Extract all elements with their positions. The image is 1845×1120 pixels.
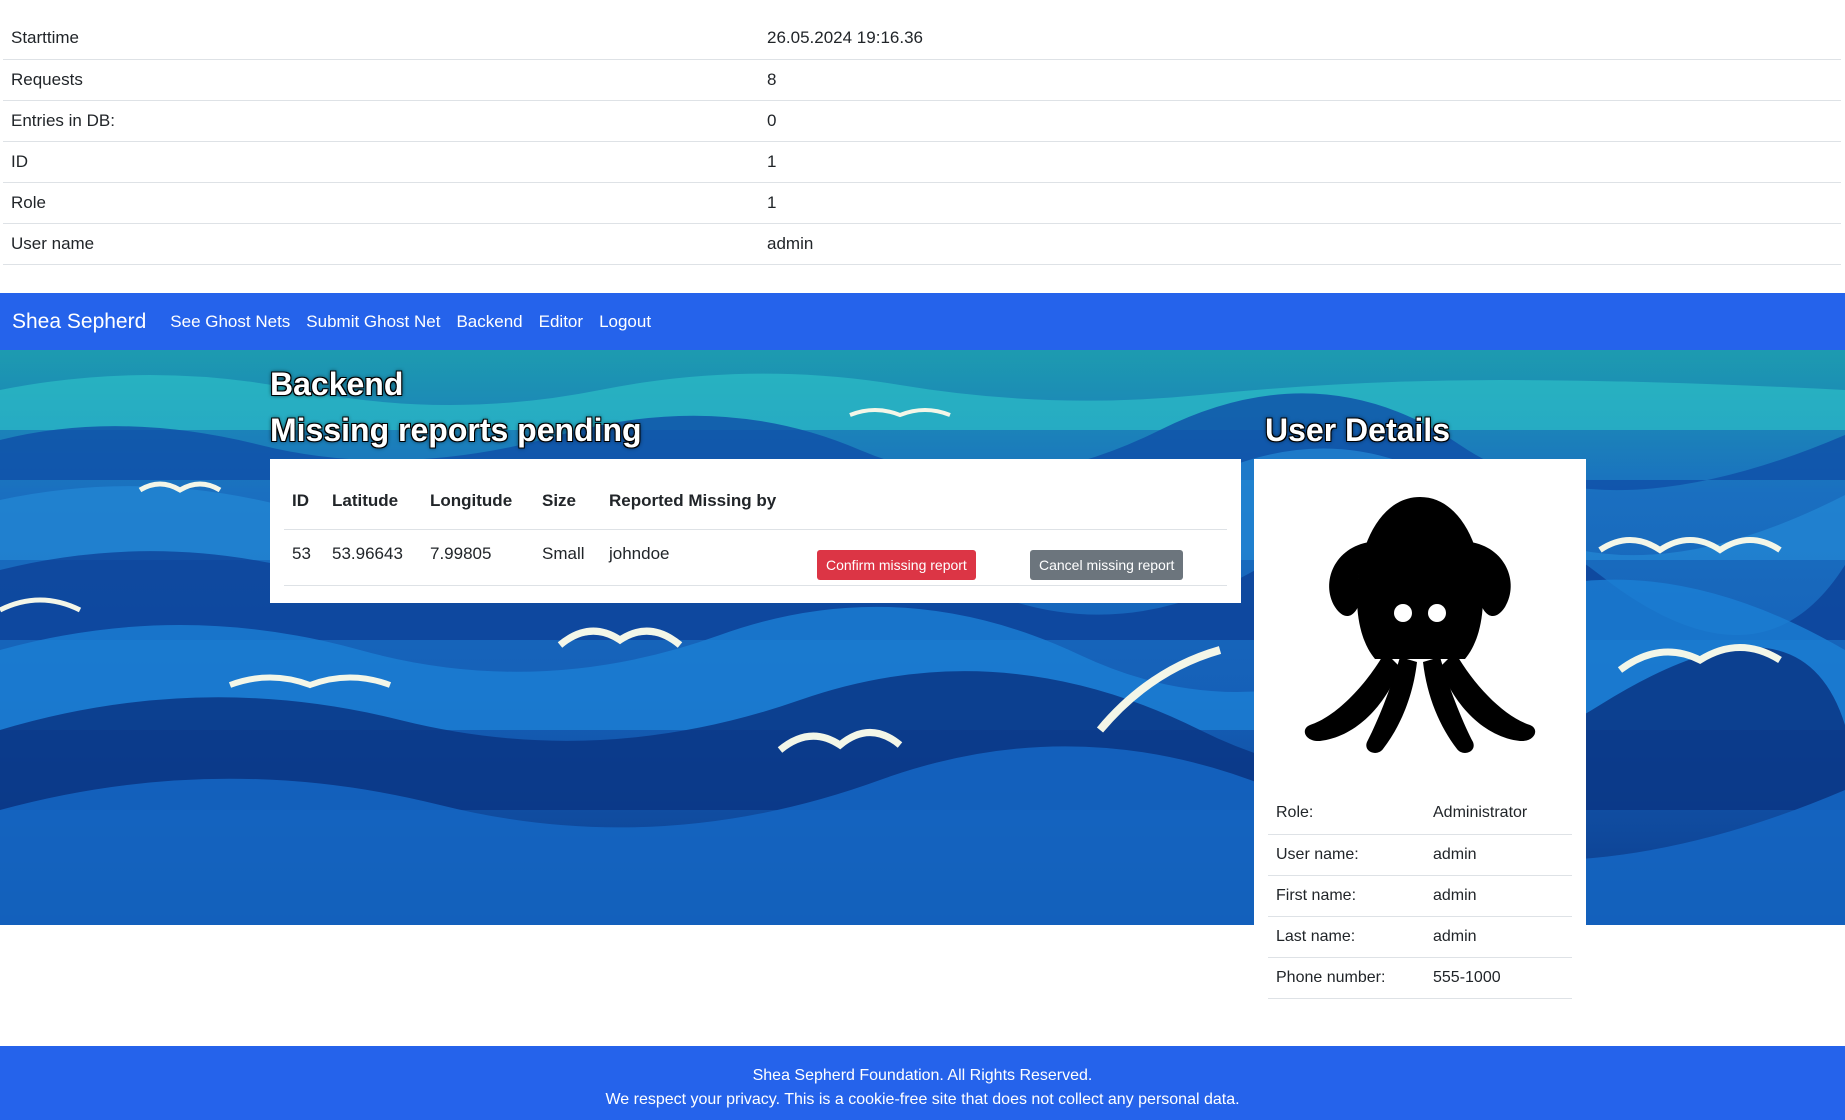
column-header-cancel [1022, 473, 1227, 530]
table-row: 53 53.96643 7.99805 Small johndoe Confir… [284, 529, 1227, 586]
info-row: Entries in DB: 0 [3, 100, 1841, 142]
info-key: Entries in DB: [3, 100, 759, 142]
detail-value: 555-1000 [1425, 957, 1572, 999]
octopus-icon [1304, 497, 1536, 753]
info-row: Requests 8 [3, 59, 1841, 101]
info-value: admin [759, 223, 1841, 265]
detail-key: Last name: [1268, 916, 1425, 958]
info-key: Requests [3, 59, 759, 101]
cell-reported-by: johndoe [601, 529, 809, 586]
detail-key: User name: [1268, 834, 1425, 876]
column-header-id: ID [284, 473, 324, 530]
nav-link-see-ghost-nets[interactable]: See Ghost Nets [170, 312, 290, 332]
info-key: Role [3, 182, 759, 224]
missing-reports-table: ID Latitude Longitude Size Reported Miss… [284, 473, 1227, 586]
info-key: Starttime [3, 18, 759, 60]
info-value: 8 [759, 59, 1841, 101]
column-header-size: Size [534, 473, 601, 530]
info-key: ID [3, 141, 759, 183]
info-row: Starttime 26.05.2024 19:16.36 [3, 18, 1841, 60]
cell-size: Small [534, 529, 601, 586]
info-value: 0 [759, 100, 1841, 142]
detail-key: Role: [1268, 793, 1425, 835]
detail-key: First name: [1268, 875, 1425, 917]
info-row: ID 1 [3, 141, 1841, 183]
detail-row: User name: admin [1268, 834, 1572, 876]
detail-value: admin [1425, 834, 1572, 876]
cancel-missing-report-button[interactable]: Cancel missing report [1030, 549, 1184, 580]
column-header-latitude: Latitude [324, 473, 422, 530]
column-header-reported-by: Reported Missing by [601, 473, 809, 530]
column-header-longitude: Longitude [422, 473, 534, 530]
detail-value: admin [1425, 875, 1572, 917]
detail-row: Last name: admin [1268, 916, 1572, 958]
user-details-card: Role: Administrator User name: admin Fir… [1254, 459, 1586, 1004]
cell-confirm: Confirm missing report [809, 529, 1022, 586]
info-value: 26.05.2024 19:16.36 [759, 18, 1841, 60]
cell-cancel: Cancel missing report [1022, 529, 1227, 586]
detail-key: Phone number: [1268, 957, 1425, 999]
detail-row: First name: admin [1268, 875, 1572, 917]
user-details-table: Role: Administrator User name: admin Fir… [1268, 793, 1572, 999]
column-header-confirm [809, 473, 1022, 530]
cell-longitude: 7.99805 [422, 529, 534, 586]
missing-reports-card: ID Latitude Longitude Size Reported Miss… [270, 459, 1241, 603]
info-row: User name admin [3, 223, 1841, 265]
brand-link[interactable]: Shea Sepherd [12, 310, 146, 334]
cell-latitude: 53.96643 [324, 529, 422, 586]
detail-row: Role: Administrator [1268, 793, 1572, 835]
page-title: Backend [270, 366, 404, 402]
footer: Shea Sepherd Foundation. All Rights Rese… [0, 1046, 1845, 1120]
table-header-row: ID Latitude Longitude Size Reported Miss… [284, 473, 1227, 530]
cell-id: 53 [284, 529, 324, 586]
section-title-missing-reports: Missing reports pending [270, 412, 642, 448]
info-value: 1 [759, 182, 1841, 224]
navbar: Shea Sepherd See Ghost Nets Submit Ghost… [0, 293, 1845, 350]
footer-privacy-note: We respect your privacy. This is a cooki… [605, 1091, 1240, 1108]
nav-link-editor[interactable]: Editor [539, 312, 583, 332]
nav-link-submit-ghost-net[interactable]: Submit Ghost Net [306, 312, 440, 332]
detail-value: Administrator [1425, 793, 1572, 835]
footer-copyright: Shea Sepherd Foundation. All Rights Rese… [752, 1067, 1093, 1084]
detail-value: admin [1425, 916, 1572, 958]
info-key: User name [3, 223, 759, 265]
nav-link-logout[interactable]: Logout [599, 312, 651, 332]
confirm-missing-report-button[interactable]: Confirm missing report [817, 549, 976, 580]
nav-link-backend[interactable]: Backend [456, 312, 522, 332]
session-info-table: Starttime 26.05.2024 19:16.36 Requests 8… [3, 18, 1841, 265]
section-title-user-details: User Details [1265, 412, 1450, 448]
info-value: 1 [759, 141, 1841, 183]
detail-row: Phone number: 555-1000 [1268, 957, 1572, 999]
info-row: Role 1 [3, 182, 1841, 224]
